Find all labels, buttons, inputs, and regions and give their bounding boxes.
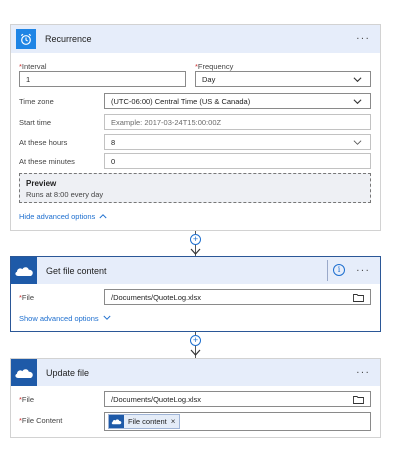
interval-value: 1 bbox=[26, 74, 31, 84]
get-file-content-title: Get file content bbox=[46, 265, 107, 276]
get-file-content-header[interactable]: Get file content i ··· bbox=[11, 257, 380, 284]
starttime-label: Start time bbox=[19, 118, 52, 127]
minutes-label: At these minutes bbox=[19, 157, 75, 166]
chevron-down-icon bbox=[353, 99, 362, 105]
hours-select[interactable]: 8 bbox=[104, 134, 371, 150]
folder-icon[interactable] bbox=[353, 293, 364, 302]
show-advanced-options-link[interactable]: Show advanced options bbox=[19, 314, 111, 323]
frequency-select[interactable]: Day bbox=[195, 71, 371, 87]
file-label: *File bbox=[19, 293, 35, 302]
preview-text: Runs at 8:00 every day bbox=[26, 190, 104, 199]
minutes-input[interactable]: 0 bbox=[104, 153, 371, 169]
minutes-value: 0 bbox=[111, 156, 116, 166]
alarm-clock-icon bbox=[16, 29, 36, 49]
file-path-input[interactable]: /Documents/QuoteLog.xlsx bbox=[104, 391, 371, 407]
recurrence-menu-button[interactable]: ··· bbox=[356, 33, 370, 45]
recurrence-header[interactable]: Recurrence ··· bbox=[11, 25, 380, 53]
file-path-value: /Documents/QuoteLog.xlsx bbox=[111, 394, 202, 404]
interval-label: *Interval bbox=[19, 62, 47, 71]
info-icon[interactable]: i bbox=[333, 264, 345, 276]
get-file-content-card: Get file content i ··· *File /Documents/… bbox=[10, 256, 381, 332]
hours-value: 8 bbox=[111, 137, 116, 147]
preview-box: Preview Runs at 8:00 every day bbox=[19, 173, 371, 203]
recurrence-title: Recurrence bbox=[45, 34, 92, 44]
chevron-up-icon bbox=[99, 214, 107, 219]
starttime-placeholder: Example: 2017-03-24T15:00:00Z bbox=[111, 117, 222, 127]
starttime-input[interactable]: Example: 2017-03-24T15:00:00Z bbox=[104, 114, 371, 130]
file-content-token[interactable]: File content × bbox=[108, 414, 181, 429]
recurrence-card: Recurrence ··· *Interval *Frequency 1 Da… bbox=[10, 24, 381, 231]
arrow-down-icon bbox=[190, 248, 201, 255]
hours-label: At these hours bbox=[19, 138, 68, 147]
header-divider bbox=[327, 260, 328, 281]
file-path-value: /Documents/QuoteLog.xlsx bbox=[111, 292, 202, 302]
file-path-input[interactable]: /Documents/QuoteLog.xlsx bbox=[104, 289, 371, 305]
arrow-down-icon bbox=[190, 349, 201, 356]
frequency-label: *Frequency bbox=[195, 62, 234, 71]
file-content-input[interactable]: File content × bbox=[104, 412, 371, 431]
hide-advanced-options-link[interactable]: Hide advanced options bbox=[19, 212, 107, 221]
update-file-menu-button[interactable]: ··· bbox=[356, 367, 370, 378]
file-label: *File bbox=[19, 395, 35, 404]
timezone-select[interactable]: (UTC-06:00) Central Time (US & Canada) bbox=[104, 93, 371, 109]
timezone-value: (UTC-06:00) Central Time (US & Canada) bbox=[111, 96, 251, 106]
file-content-label: *File Content bbox=[19, 416, 63, 425]
interval-input[interactable]: 1 bbox=[19, 71, 186, 87]
add-step-button[interactable]: + bbox=[190, 335, 201, 346]
token-remove-button[interactable]: × bbox=[171, 417, 176, 426]
onedrive-icon bbox=[11, 257, 37, 284]
chevron-down-icon bbox=[353, 77, 362, 83]
get-file-content-menu-button[interactable]: ··· bbox=[356, 265, 370, 276]
preview-title: Preview bbox=[26, 179, 57, 188]
add-step-button[interactable]: + bbox=[190, 234, 201, 245]
update-file-title: Update file bbox=[46, 367, 90, 378]
onedrive-icon bbox=[109, 415, 124, 428]
update-file-header[interactable]: Update file ··· bbox=[11, 359, 380, 386]
update-file-card: Update file ··· *File /Documents/QuoteLo… bbox=[10, 358, 381, 438]
chevron-down-icon bbox=[103, 315, 111, 320]
token-label: File content bbox=[128, 417, 167, 426]
chevron-down-icon bbox=[353, 140, 362, 145]
onedrive-icon bbox=[11, 359, 37, 386]
frequency-value: Day bbox=[202, 74, 216, 84]
timezone-label: Time zone bbox=[19, 97, 54, 106]
folder-icon[interactable] bbox=[353, 395, 364, 404]
